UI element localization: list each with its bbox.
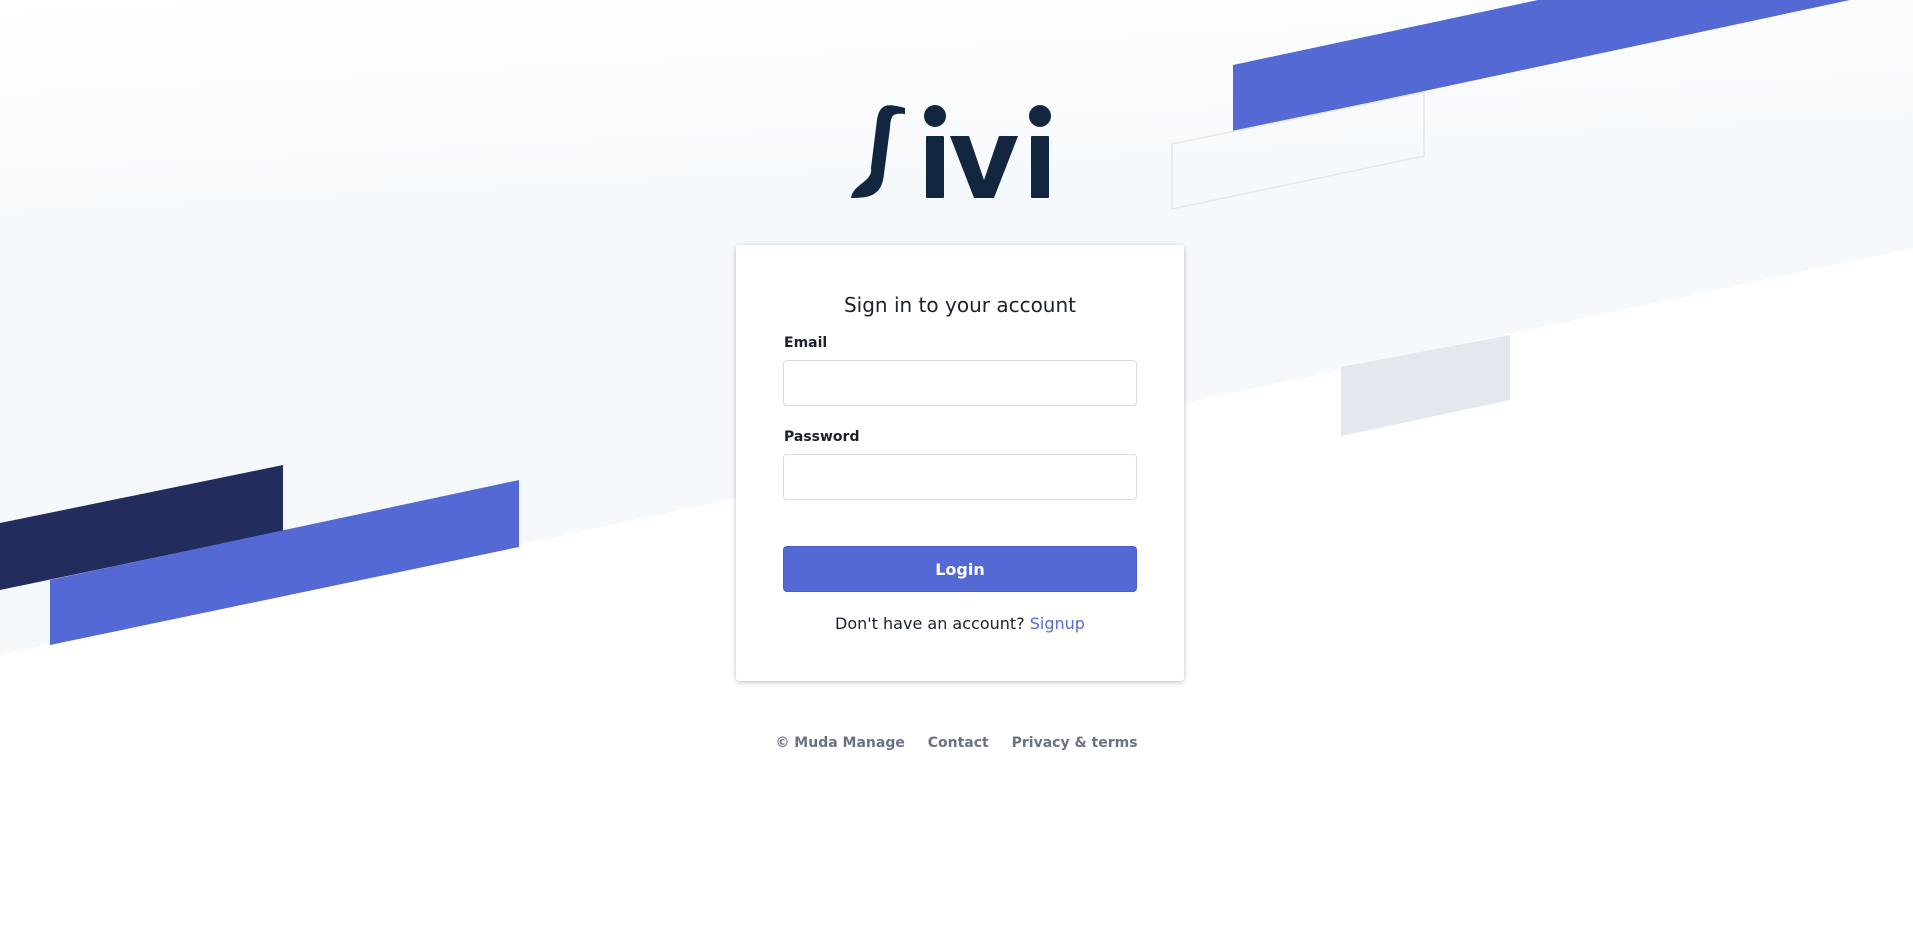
login-page: Sign in to your account Email Password L… bbox=[0, 0, 1913, 949]
footer-contact-link[interactable]: Contact bbox=[928, 734, 989, 752]
footer: © Muda Manage Contact Privacy & terms bbox=[0, 734, 1913, 752]
footer-copyright: © Muda Manage bbox=[775, 735, 905, 751]
email-input[interactable] bbox=[783, 360, 1137, 406]
password-input[interactable] bbox=[783, 454, 1137, 500]
sivi-logo bbox=[851, 105, 1051, 198]
footer-privacy-link[interactable]: Privacy & terms bbox=[1012, 734, 1138, 752]
password-label: Password bbox=[784, 429, 860, 445]
login-button[interactable]: Login bbox=[783, 546, 1137, 592]
signup-prompt-row: Don't have an account? Signup bbox=[736, 614, 1184, 634]
login-title: Sign in to your account bbox=[843, 293, 1076, 317]
signup-link[interactable]: Signup bbox=[1030, 614, 1085, 633]
signup-prompt-text: Don't have an account? bbox=[835, 614, 1025, 633]
email-label: Email bbox=[784, 335, 828, 351]
login-card: Sign in to your account Email Password L… bbox=[736, 245, 1184, 681]
